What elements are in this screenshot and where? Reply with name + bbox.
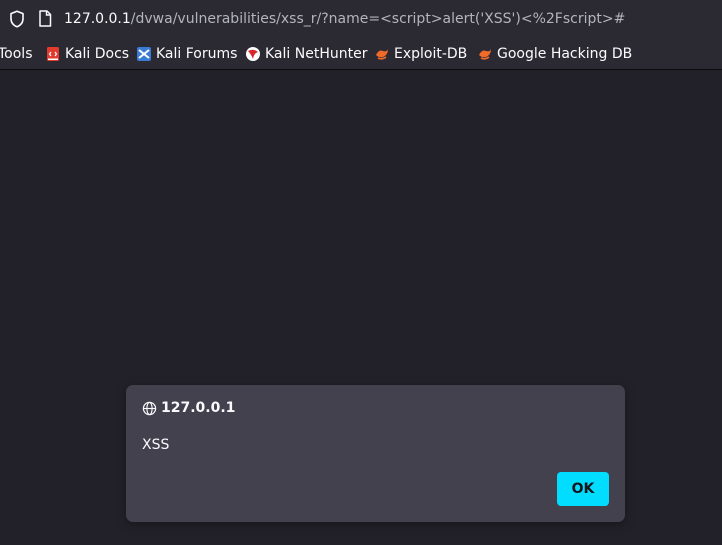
bookmarks-toolbar: Tools Kali Docs Kali Forums Kali NetHunt… xyxy=(0,38,722,70)
url-field[interactable]: 127.0.0.1/dvwa/vulnerabilities/xss_r/?na… xyxy=(64,9,625,29)
bookmark-exploit-db[interactable]: Exploit-DB xyxy=(374,44,467,64)
ghdb-icon xyxy=(479,49,491,60)
bookmark-label: Google Hacking DB xyxy=(497,46,633,62)
browser-window: 127.0.0.1/dvwa/vulnerabilities/xss_r/?na… xyxy=(0,0,722,545)
dialog-origin: 127.0.0.1 xyxy=(161,400,236,416)
page-icon xyxy=(39,10,52,27)
kali-forums-icon xyxy=(137,47,151,61)
shield-icon[interactable] xyxy=(9,10,25,28)
url-host: 127.0.0.1 xyxy=(64,11,131,27)
nethunter-icon xyxy=(246,47,260,61)
bookmark-tools[interactable]: Tools xyxy=(0,44,33,64)
exploit-db-icon xyxy=(376,49,388,60)
bookmark-google-hacking-db[interactable]: Google Hacking DB xyxy=(477,44,632,64)
ok-button[interactable]: OK xyxy=(557,472,609,506)
bookmark-kali-nethunter[interactable]: Kali NetHunter xyxy=(245,44,367,64)
dialog-message: XSS xyxy=(142,437,170,453)
alert-dialog: 127.0.0.1 XSS OK xyxy=(126,385,625,522)
bookmark-label: Kali Docs xyxy=(65,46,130,62)
bookmark-label: Exploit-DB xyxy=(394,46,468,62)
kali-docs-icon xyxy=(47,47,59,61)
bookmark-kali-docs[interactable]: Kali Docs xyxy=(45,44,129,64)
dialog-title: 127.0.0.1 xyxy=(142,400,235,416)
address-bar[interactable]: 127.0.0.1/dvwa/vulnerabilities/xss_r/?na… xyxy=(0,0,722,38)
globe-icon xyxy=(142,401,157,415)
bookmark-label: Kali NetHunter xyxy=(265,46,368,62)
bookmark-label: Tools xyxy=(0,46,33,62)
bookmark-label: Kali Forums xyxy=(156,46,238,62)
url-path: /dvwa/vulnerabilities/xss_r/?name=<scrip… xyxy=(130,11,626,27)
bookmark-kali-forums[interactable]: Kali Forums xyxy=(136,44,237,64)
